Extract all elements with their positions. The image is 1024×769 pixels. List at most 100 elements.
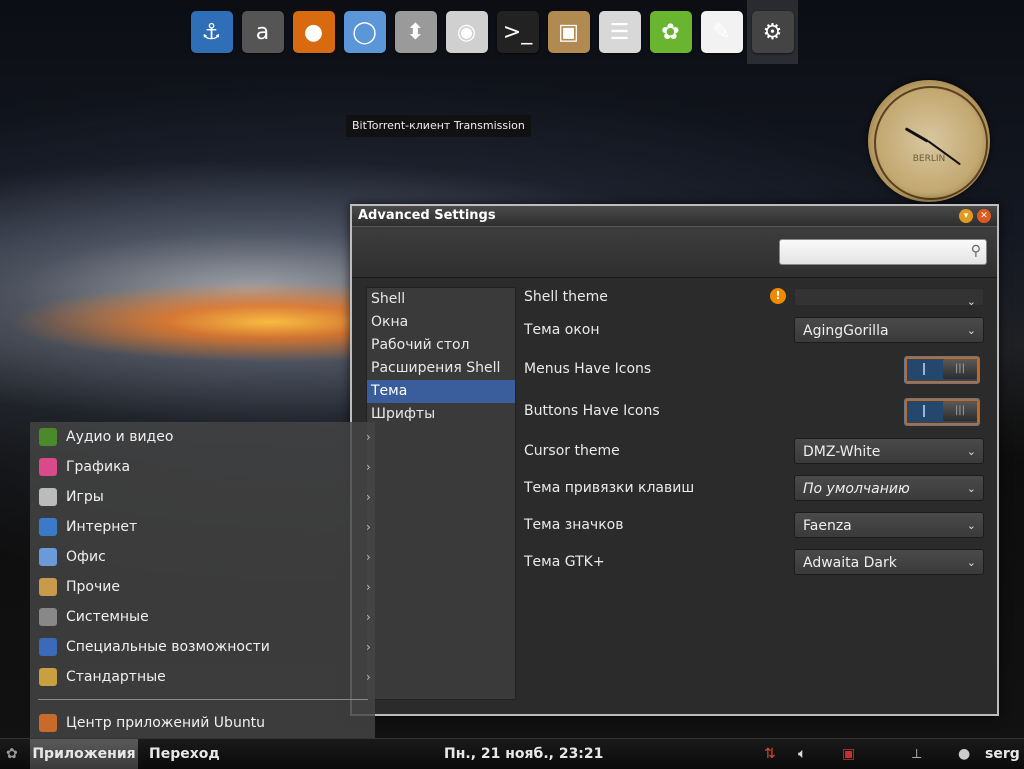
sidebar-item[interactable]: Shell [367, 288, 515, 311]
terminal-icon: >_ [496, 11, 539, 53]
sidebar-item[interactable]: Расширения Shell [367, 357, 515, 380]
chevron-down-icon: ⌄ [966, 445, 976, 458]
office-icon [39, 548, 57, 566]
chromium-icon: ◯ [343, 11, 386, 53]
chevron-down-icon: ⌄ [966, 556, 976, 569]
dock-item[interactable]: ✎ [696, 0, 747, 64]
setting-label: Menus Have Icons [524, 361, 652, 377]
menu-category[interactable]: Специальные возможности › [30, 632, 375, 662]
menu-category-label: Аудио и видео [66, 429, 174, 445]
file-cabinet-icon: ☰ [598, 11, 641, 53]
places-menu-button[interactable]: Переход [149, 739, 220, 769]
chevron-right-icon: › [366, 430, 371, 444]
accessories-icon [39, 668, 57, 686]
panel-logo-icon[interactable]: ✿ [6, 745, 18, 763]
menu-category-label: Стандартные [66, 669, 166, 685]
setting-toggle[interactable]: ||| [904, 398, 980, 426]
menu-category[interactable]: Стандартные › [30, 662, 375, 692]
search-input[interactable]: ⚲ [779, 239, 987, 265]
system-icon [39, 608, 57, 626]
warning-icon: ! [770, 288, 786, 304]
dock-item[interactable]: ✿ [645, 0, 696, 64]
menu-category-label: Графика [66, 459, 131, 475]
menu-category-label: Специальные возможности [66, 639, 270, 655]
dropdown-value: Adwaita Dark [803, 555, 897, 571]
chevron-right-icon: › [366, 610, 371, 624]
dropdown-value: AgingGorilla [803, 323, 889, 339]
setting-toggle[interactable]: ||| [904, 356, 980, 384]
clock-city-label: BERLIN [912, 154, 946, 164]
window-title: Advanced Settings [358, 208, 496, 223]
dropdown-value: Faenza [803, 518, 852, 534]
dock-item[interactable]: ◉ [441, 0, 492, 64]
menu-category[interactable]: Интернет › [30, 512, 375, 542]
transmission-icon: ⬍ [394, 11, 437, 53]
chevron-down-icon: ⌄ [966, 324, 976, 337]
ubuntu-icon: ✿ [649, 11, 692, 53]
setting-dropdown[interactable]: По умолчанию ⌄ [794, 475, 984, 501]
clock-widget: BERLIN [868, 80, 990, 202]
dock-item[interactable]: ⬍ [390, 0, 441, 64]
toggle-knob: ||| [943, 401, 977, 421]
toggle-on-mark [923, 405, 925, 417]
window-titlebar[interactable]: Advanced Settings ▾ ✕ [352, 206, 997, 227]
software-center-item[interactable]: Центр приложений Ubuntu [30, 708, 375, 738]
chevron-right-icon: › [366, 550, 371, 564]
accessibility-icon [39, 638, 57, 656]
bottom-panel: ✿ Приложения Переход Пн., 21 нояб., 23:2… [0, 738, 1024, 769]
applications-menu-button[interactable]: Приложения [30, 739, 138, 769]
menu-category[interactable]: Игры › [30, 482, 375, 512]
transmission-tray-icon[interactable]: ⇅ [764, 745, 776, 763]
dock-item[interactable]: ⚙ [747, 0, 798, 64]
setting-dropdown[interactable]: AgingGorilla ⌄ [794, 317, 984, 343]
chevron-down-icon: ⌄ [966, 519, 976, 532]
sidebar-item[interactable]: Окна [367, 311, 515, 334]
network-icon[interactable]: ⟂ [912, 745, 921, 763]
dock-item[interactable]: ☰ [594, 0, 645, 64]
menu-category[interactable]: Офис › [30, 542, 375, 572]
dock-item[interactable]: ⚓ [186, 0, 237, 64]
setting-dropdown[interactable]: Adwaita Dark ⌄ [794, 549, 984, 575]
menu-category[interactable]: Графика › [30, 452, 375, 482]
screen-recorder-icon[interactable]: ▣ [842, 745, 855, 763]
advanced-settings-window: Advanced Settings ▾ ✕ ⚲ Shell Окна Рабочий… [350, 204, 999, 716]
setting-label: Тема окон [524, 322, 600, 338]
close-button[interactable]: ✕ [977, 209, 991, 223]
dropdown-value: По умолчанию [803, 481, 910, 497]
setting-dropdown[interactable]: Faenza ⌄ [794, 512, 984, 538]
menu-category-label: Прочие [66, 579, 120, 595]
dock-tooltip: BitTorrent-клиент Transmission [346, 115, 531, 137]
dock-item[interactable]: >_ [492, 0, 543, 64]
user-icon[interactable]: ● [958, 745, 970, 763]
setting-row: Cursor theme DMZ-White ⌄ [524, 436, 984, 466]
menu-category[interactable]: Системные › [30, 602, 375, 632]
dock-item[interactable]: ● [288, 0, 339, 64]
minimize-button[interactable]: ▾ [959, 209, 973, 223]
menu-category-label: Игры [66, 489, 104, 505]
setting-label: Cursor theme [524, 443, 620, 459]
setting-row: Тема значков Faenza ⌄ [524, 510, 984, 540]
user-name[interactable]: serg [985, 739, 1020, 769]
volume-icon[interactable]: 🔈︎ [798, 745, 806, 763]
dock-item[interactable]: ◯ [339, 0, 390, 64]
datetime-indicator[interactable]: Пн., 21 нояб., 23:21 [444, 739, 603, 769]
amazon-icon: a [241, 11, 284, 53]
software-center-label: Центр приложений Ubuntu [66, 715, 266, 731]
setting-dropdown[interactable]: ⌄ [794, 288, 984, 308]
menu-category[interactable]: Аудио и видео › [30, 422, 375, 452]
dock-item[interactable]: ▣ [543, 0, 594, 64]
dock-item[interactable]: a [237, 0, 288, 64]
chevron-right-icon: › [366, 640, 371, 654]
software-center-icon [39, 714, 57, 732]
setting-dropdown[interactable]: DMZ-White ⌄ [794, 438, 984, 464]
sidebar-item[interactable]: Шрифты [367, 403, 515, 426]
sidebar-item[interactable]: Тема [367, 380, 515, 403]
menu-category[interactable]: Прочие › [30, 572, 375, 602]
other-icon [39, 578, 57, 596]
setting-label: Buttons Have Icons [524, 403, 660, 419]
settings-icon: ⚙ [751, 11, 794, 53]
internet-icon [39, 518, 57, 536]
toggle-on-mark [923, 363, 925, 375]
setting-label: Тема GTK+ [524, 554, 605, 570]
sidebar-item[interactable]: Рабочий стол [367, 334, 515, 357]
